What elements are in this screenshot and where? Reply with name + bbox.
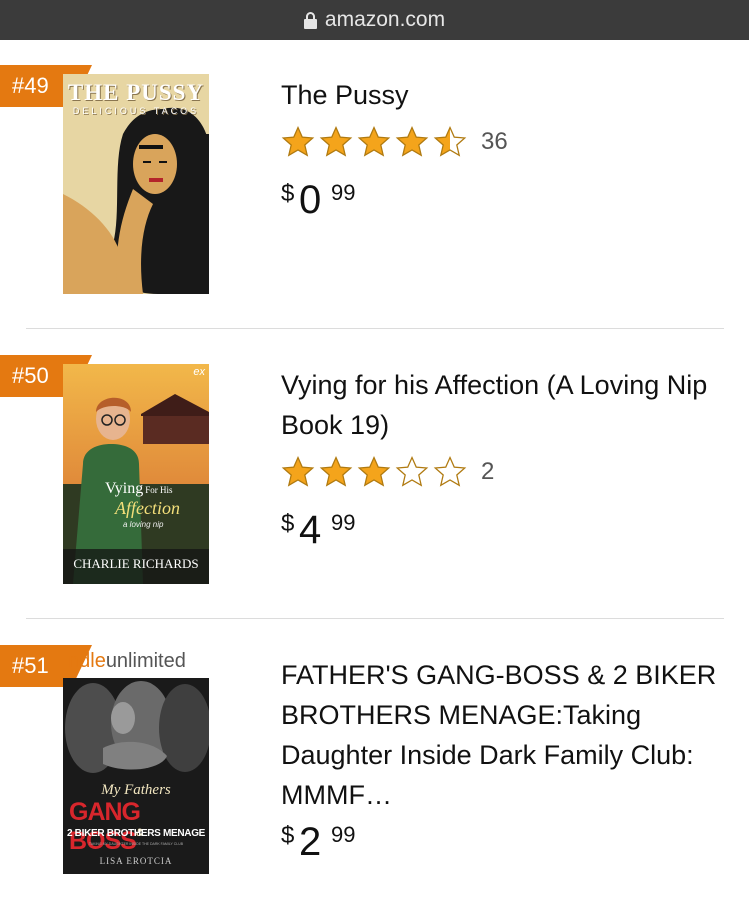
star-half-icon	[433, 125, 467, 157]
star-rating[interactable]: 36	[281, 125, 508, 158]
star-rating[interactable]: 2	[281, 455, 494, 488]
price-whole: 0	[299, 178, 322, 222]
book-title[interactable]: FATHER'S GANG-BOSS & 2 BIKER BROTHERS ME…	[281, 655, 726, 815]
cover-subtitle: DELICIOUS TACOS	[72, 106, 200, 116]
url-text: amazon.com	[324, 8, 446, 31]
price-currency: $	[281, 510, 295, 537]
star-empty-icon	[433, 455, 467, 487]
price-whole: 4	[299, 508, 322, 552]
book-title[interactable]: Vying for his Affection (A Loving Nip Bo…	[281, 365, 726, 445]
cover-script: My Fathers	[101, 782, 171, 798]
book-cover[interactable]: THE PUSSY DELICIOUS TACOS	[63, 74, 209, 294]
cover-author: LISA EROTCIA	[99, 856, 173, 866]
publisher-logo: ex	[193, 366, 205, 378]
cover-title-main: Vying	[105, 480, 144, 497]
divider	[26, 618, 724, 619]
cover-art	[63, 364, 209, 584]
price-currency: $	[281, 822, 295, 849]
book-cover[interactable]: My Fathers GANG BOSS& 2 BIKER BROTHERS M…	[63, 678, 209, 874]
star-empty-icon	[395, 455, 429, 487]
star-full-icon	[357, 455, 391, 487]
cover-tagline: TAKING MY DAUGHTER INSIDE THE DARK FAMIL…	[88, 842, 184, 846]
cover-subtitle: 2 BIKER BROTHERS MENAGE	[66, 828, 206, 839]
star-full-icon	[395, 125, 429, 157]
price-fraction: 99	[331, 180, 356, 205]
list-item[interactable]: #49 THE PUSSY DELICIOUS TACOS The Pussy …	[0, 40, 749, 330]
cover-title-small: For His	[145, 485, 173, 495]
price-currency: $	[281, 180, 295, 207]
rating-count[interactable]: 2	[481, 458, 494, 486]
star-full-icon	[319, 455, 353, 487]
browser-url-bar[interactable]: amazon.com	[0, 0, 749, 40]
star-full-icon	[357, 125, 391, 157]
star-full-icon	[281, 455, 315, 487]
price-fraction: 99	[331, 510, 356, 535]
banner-kindle-text: ndle	[68, 650, 106, 672]
rank-label: #51	[12, 653, 49, 678]
book-title[interactable]: The Pussy	[281, 75, 726, 115]
rank-label: #50	[12, 363, 49, 388]
book-cover[interactable]: ex Vying For His Affection a loving nip C…	[63, 364, 209, 584]
rating-count[interactable]: 36	[481, 128, 508, 156]
cover-title: THE PUSSY	[67, 80, 205, 105]
cover-series: a loving nip	[123, 520, 164, 529]
banner-unlimited-text: unlimited	[105, 650, 186, 672]
list-item[interactable]: #50 ex Vying For His Affection a loving n…	[0, 330, 749, 620]
divider	[26, 328, 724, 329]
price-whole: 2	[299, 820, 322, 864]
cover-author: CHARLIE RICHARDS	[73, 556, 199, 571]
rank-label: #49	[12, 73, 49, 98]
star-full-icon	[281, 125, 315, 157]
price-fraction: 99	[331, 822, 356, 847]
star-full-icon	[319, 125, 353, 157]
cover-title: GANG BOSS	[69, 798, 141, 855]
lock-icon	[303, 11, 317, 29]
cover-title-line: GANG BOSS&	[69, 798, 209, 856]
list-item[interactable]: #51 ndleunlimited My Fathers GANG BOSS& …	[0, 620, 749, 905]
cover-title-line: Vying For His	[105, 480, 173, 498]
kindle-unlimited-banner: ndleunlimited	[68, 650, 186, 673]
cover-title-script: Affection	[115, 498, 180, 518]
